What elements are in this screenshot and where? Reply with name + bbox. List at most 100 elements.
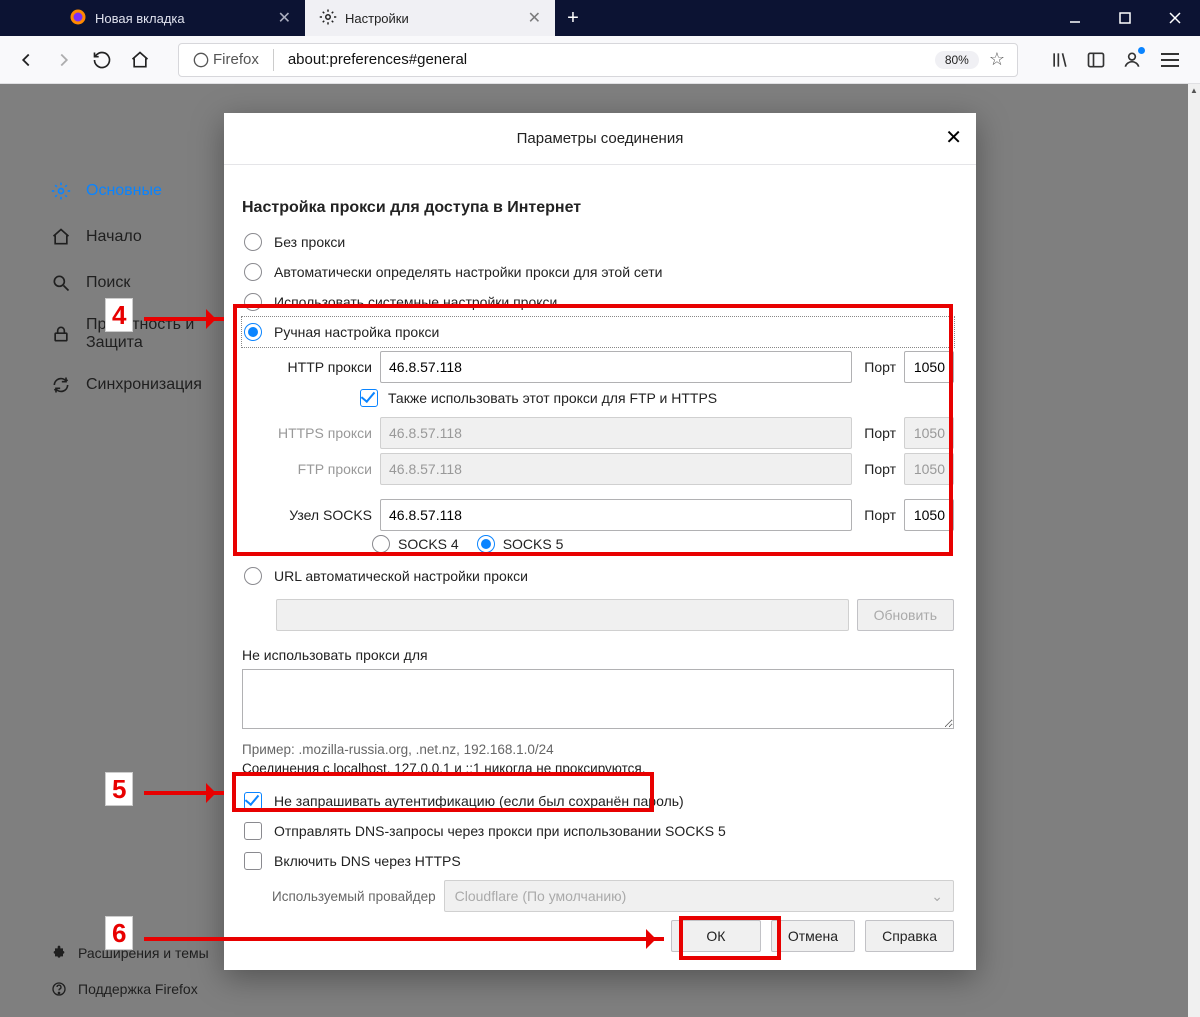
radio-label: Автоматически определять настройки прокс…	[274, 264, 662, 280]
home-icon	[50, 226, 72, 248]
socks-version: SOCKS 4 SOCKS 5	[372, 535, 954, 553]
toolbar-right	[1048, 46, 1184, 74]
radio-icon	[244, 263, 262, 281]
tab-settings[interactable]: Настройки ✕	[305, 0, 555, 36]
label-port: Порт	[860, 425, 896, 441]
radio-no-proxy[interactable]: Без прокси	[242, 227, 954, 257]
http-port-input[interactable]	[904, 351, 954, 383]
radio-label: Без прокси	[274, 234, 345, 250]
radio-label: Ручная настройка прокси	[274, 324, 439, 340]
sidebar-label: Приватность и	[86, 316, 194, 334]
https-port-input	[904, 417, 954, 449]
bookmark-star-icon[interactable]: ☆	[989, 49, 1005, 70]
app-menu-button[interactable]	[1156, 46, 1184, 74]
sidebar-icon[interactable]	[1084, 48, 1108, 72]
provider-label: Используемый провайдер	[272, 889, 436, 904]
scrollbar-track[interactable]: ▲	[1188, 84, 1200, 1017]
close-icon[interactable]: ✕	[528, 8, 541, 28]
new-tab-button[interactable]: +	[555, 0, 591, 36]
sidebar-item-support[interactable]: Поддержка Firefox	[50, 971, 209, 1007]
cb-dns-https[interactable]: Включить DNS через HTTPS	[242, 846, 954, 876]
sidebar-item-privacy[interactable]: Приватность и Защита	[0, 306, 225, 362]
radio-socks5[interactable]: SOCKS 5	[477, 535, 564, 553]
pac-url-row: Обновить	[276, 599, 954, 631]
puzzle-icon	[50, 944, 68, 962]
sync-icon	[50, 374, 72, 396]
noproxy-input[interactable]	[242, 669, 954, 729]
socks-port-input[interactable]	[904, 499, 954, 531]
back-button[interactable]	[10, 44, 42, 76]
radio-icon	[244, 233, 262, 251]
ok-button[interactable]: ОК	[671, 920, 761, 952]
sidebar-item-general[interactable]: Основные	[0, 168, 225, 214]
label-socks: Узел SOCKS	[252, 507, 372, 523]
row-also-use[interactable]: Также использовать этот прокси для FTP и…	[360, 389, 954, 407]
preferences-sidebar: Основные Начало Поиск Приватность и Защи…	[0, 84, 225, 1017]
dialog-footer: ОК Отмена Справка	[224, 920, 976, 970]
close-icon[interactable]: ✕	[278, 8, 291, 28]
radio-icon	[244, 293, 262, 311]
close-button[interactable]	[1150, 0, 1200, 36]
cb-no-auth[interactable]: Не запрашивать аутентификацию (если был …	[242, 786, 954, 816]
checkbox-label: Отправлять DNS-запросы через прокси при …	[274, 823, 726, 839]
forward-button[interactable]	[48, 44, 80, 76]
checkbox-label: Не запрашивать аутентификацию (если был …	[274, 793, 684, 809]
sidebar-item-home[interactable]: Начало	[0, 214, 225, 260]
radio-label: SOCKS 5	[503, 536, 564, 552]
dns-provider-row: Используемый провайдер Cloudflare (По ум…	[272, 880, 954, 912]
radio-pac-url[interactable]: URL автоматической настройки прокси	[242, 561, 954, 591]
maximize-button[interactable]	[1100, 0, 1150, 36]
library-icon[interactable]	[1048, 48, 1072, 72]
ftp-port-input	[904, 453, 954, 485]
checkbox-icon	[244, 852, 262, 870]
gear-icon	[319, 8, 337, 29]
radio-manual[interactable]: Ручная настройка прокси	[242, 317, 954, 347]
help-button[interactable]: Справка	[865, 920, 954, 952]
refresh-button: Обновить	[857, 599, 954, 631]
zoom-badge[interactable]: 80%	[935, 51, 979, 69]
minimize-button[interactable]	[1050, 0, 1100, 36]
identity-label: Firefox	[213, 51, 259, 68]
help-icon	[50, 980, 68, 998]
url-bar[interactable]: Firefox about:preferences#general 80% ☆	[178, 43, 1018, 77]
tab-strip-spacer	[0, 0, 55, 36]
identity-box[interactable]: Firefox	[185, 49, 282, 71]
reload-button[interactable]	[86, 44, 118, 76]
radio-icon	[244, 323, 262, 341]
label-https: HTTPS прокси	[252, 425, 372, 441]
pac-url-input	[276, 599, 849, 631]
url-path: about:preferences#general	[282, 51, 935, 68]
radio-use-system[interactable]: Использовать системные настройки прокси	[242, 287, 954, 317]
radio-icon	[477, 535, 495, 553]
browser-toolbar: Firefox about:preferences#general 80% ☆	[0, 36, 1200, 84]
radio-auto-detect[interactable]: Автоматически определять настройки прокс…	[242, 257, 954, 287]
checkbox-label: Также использовать этот прокси для FTP и…	[388, 390, 717, 406]
scroll-up-icon[interactable]: ▲	[1188, 84, 1200, 96]
chevron-down-icon: ⌄	[931, 888, 943, 905]
tab-label: Настройки	[345, 11, 409, 26]
cb-dns-socks[interactable]: Отправлять DNS-запросы через прокси при …	[242, 816, 954, 846]
checkbox-icon	[244, 792, 262, 810]
sidebar-item-sync[interactable]: Синхронизация	[0, 362, 225, 408]
http-host-input[interactable]	[380, 351, 852, 383]
noproxy-label: Не использовать прокси для	[242, 647, 954, 663]
label-port: Порт	[860, 507, 896, 523]
label-ftp: FTP прокси	[252, 461, 372, 477]
provider-value: Cloudflare (По умолчанию)	[455, 888, 627, 904]
account-icon[interactable]	[1120, 48, 1144, 72]
sidebar-label: Расширения и темы	[78, 945, 209, 961]
home-button[interactable]	[124, 44, 156, 76]
sidebar-item-search[interactable]: Поиск	[0, 260, 225, 306]
cancel-button[interactable]: Отмена	[771, 920, 855, 952]
label-port: Порт	[860, 359, 896, 375]
localhost-note: Соединения с localhost, 127.0.0.1 и ::1 …	[242, 761, 954, 776]
tab-newtab[interactable]: Новая вкладка ✕	[55, 0, 305, 36]
https-host-input	[380, 417, 852, 449]
radio-label: SOCKS 4	[398, 536, 459, 552]
firefox-icon	[69, 8, 87, 29]
socks-host-input[interactable]	[380, 499, 852, 531]
radio-socks4[interactable]: SOCKS 4	[372, 535, 459, 553]
close-icon[interactable]: ✕	[945, 125, 962, 150]
checkbox-label: Включить DNS через HTTPS	[274, 853, 461, 869]
sidebar-item-extensions[interactable]: Расширения и темы	[50, 935, 209, 971]
